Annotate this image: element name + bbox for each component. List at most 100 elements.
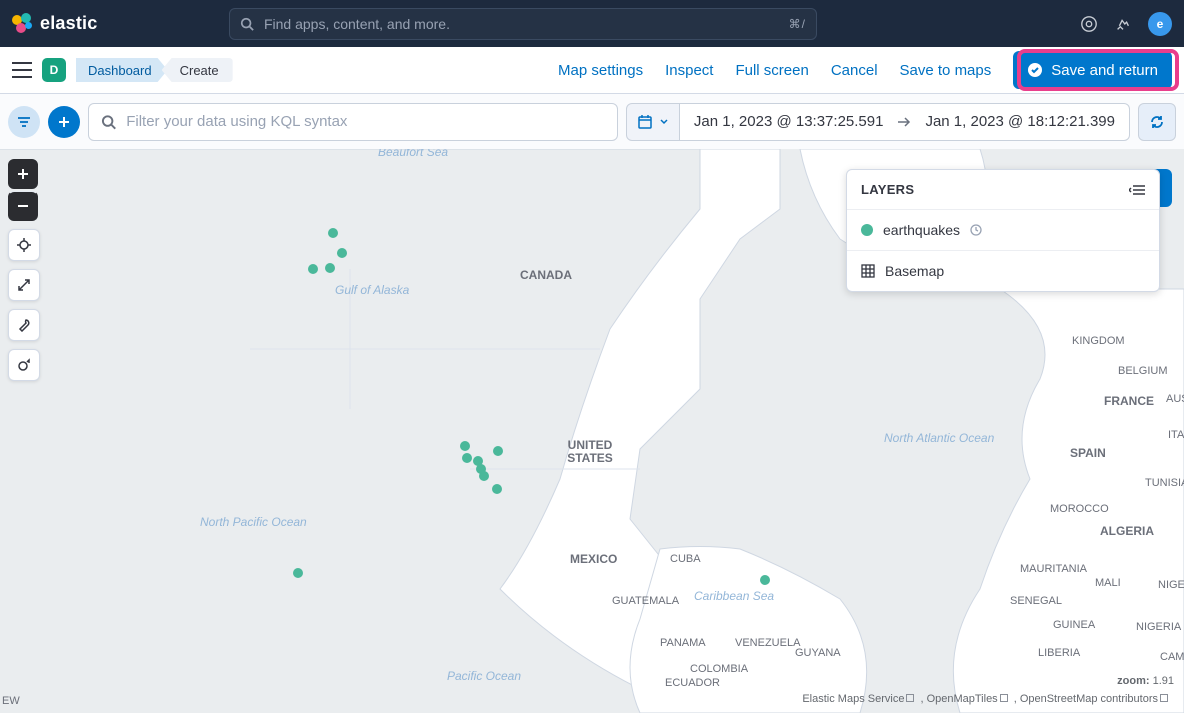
breadcrumb-dashboard[interactable]: Dashboard xyxy=(76,58,168,82)
time-to: Jan 1, 2023 @ 18:12:21.399 xyxy=(925,113,1115,130)
filter-options-button[interactable] xyxy=(8,106,40,138)
country-label: LIBERIA xyxy=(1038,647,1080,659)
country-label: FRANCE xyxy=(1104,395,1154,408)
kql-input[interactable] xyxy=(126,113,605,130)
add-filter-button[interactable] xyxy=(48,106,80,138)
user-avatar[interactable]: e xyxy=(1148,12,1172,36)
fit-to-data-button[interactable] xyxy=(9,230,39,260)
ocean-label: North Pacific Ocean xyxy=(200,515,307,529)
tools-button[interactable] xyxy=(9,310,39,340)
inspect-link[interactable]: Inspect xyxy=(665,62,713,79)
brand-logo[interactable]: elastic xyxy=(12,13,97,35)
chevron-down-icon xyxy=(659,117,669,127)
refresh-button[interactable] xyxy=(1138,103,1176,141)
global-header: elastic ⌘/ e xyxy=(0,0,1184,47)
globe-arrow-icon xyxy=(17,358,31,372)
external-link-icon xyxy=(906,694,914,702)
search-icon xyxy=(101,114,116,130)
save-and-return-label: Save and return xyxy=(1051,62,1158,79)
earthquake-point[interactable] xyxy=(462,453,472,463)
date-picker-button[interactable] xyxy=(626,103,680,141)
earthquake-point[interactable] xyxy=(760,575,770,585)
sea-label: Beaufort Sea xyxy=(378,149,448,159)
layer-row-earthquakes[interactable]: earthquakes xyxy=(847,209,1159,250)
arrow-right-icon xyxy=(897,116,911,128)
breadcrumb-create: Create xyxy=(162,58,233,82)
earthquake-point[interactable] xyxy=(479,471,489,481)
expand-button[interactable] xyxy=(9,270,39,300)
attribution-omt[interactable]: OpenMapTiles xyxy=(927,693,998,705)
layer-label: earthquakes xyxy=(883,222,960,238)
date-range-display[interactable]: Jan 1, 2023 @ 13:37:25.591 Jan 1, 2023 @… xyxy=(680,103,1130,141)
country-label: SPAIN xyxy=(1070,447,1106,460)
refresh-icon xyxy=(1149,114,1165,130)
earthquake-point[interactable] xyxy=(493,446,503,456)
country-label: VENEZUELA xyxy=(735,637,800,649)
earthquake-point[interactable] xyxy=(337,248,347,258)
timeslider-button[interactable] xyxy=(9,350,39,380)
ocean-label: North Atlantic Ocean xyxy=(884,431,994,445)
country-label: ECUADOR xyxy=(665,677,720,689)
newsfeed-icon[interactable] xyxy=(1114,15,1132,33)
full-screen-link[interactable]: Full screen xyxy=(735,62,808,79)
zoom-display: zoom: 1.91 xyxy=(1117,675,1174,687)
country-label: MEXICO xyxy=(570,553,617,566)
country-label: CANADA xyxy=(520,269,572,282)
earthquake-point[interactable] xyxy=(325,263,335,273)
calendar-icon xyxy=(637,114,653,130)
country-label: BELGIUM xyxy=(1118,365,1168,377)
kql-input-wrap[interactable] xyxy=(88,103,618,141)
country-label: GUYANA xyxy=(795,647,841,659)
country-label: TUNISIA xyxy=(1145,477,1184,489)
country-label: NIGERIA xyxy=(1136,621,1181,633)
space-badge[interactable]: D xyxy=(42,58,66,82)
external-link-icon xyxy=(1000,694,1008,702)
country-label: MAURITANIA xyxy=(1020,563,1087,575)
map-settings-link[interactable]: Map settings xyxy=(558,62,643,79)
attribution-ems[interactable]: Elastic Maps Service xyxy=(802,693,904,705)
save-to-maps-link[interactable]: Save to maps xyxy=(900,62,992,79)
country-label: CUBA xyxy=(670,553,701,565)
map-attribution: Elastic Maps Service, OpenMapTiles, Open… xyxy=(802,693,1174,705)
zoom-label: zoom: xyxy=(1117,675,1149,687)
crosshair-icon xyxy=(17,238,31,252)
sea-label: Caribbean Sea xyxy=(694,589,774,603)
help-icon[interactable] xyxy=(1080,15,1098,33)
country-label: MOROCCO xyxy=(1050,503,1109,515)
cancel-link[interactable]: Cancel xyxy=(831,62,878,79)
layers-sidebar: LAYERS earthquakes Basemap Add layer xyxy=(858,159,1172,207)
zoom-in-button[interactable] xyxy=(8,159,38,189)
collapse-panel-icon[interactable] xyxy=(1129,184,1145,196)
layer-symbol-point xyxy=(861,224,873,236)
earthquake-point[interactable] xyxy=(492,484,502,494)
query-bar: Jan 1, 2023 @ 13:37:25.591 Jan 1, 2023 @… xyxy=(0,94,1184,149)
zoom-out-button[interactable] xyxy=(8,191,38,221)
map-controls xyxy=(8,159,40,381)
layers-panel: LAYERS earthquakes Basemap xyxy=(846,169,1160,292)
layer-row-basemap[interactable]: Basemap xyxy=(847,250,1159,291)
wrench-icon xyxy=(17,318,31,332)
ocean-label: Pacific Ocean xyxy=(447,669,521,683)
brand-name: elastic xyxy=(40,13,97,34)
global-search-input[interactable] xyxy=(264,16,779,32)
global-search[interactable]: ⌘/ xyxy=(229,8,817,40)
zoom-value: 1.91 xyxy=(1153,675,1174,687)
country-label: MALI xyxy=(1095,577,1121,589)
country-label: AUS xyxy=(1166,393,1184,405)
attribution-osm[interactable]: OpenStreetMap contributors xyxy=(1020,693,1158,705)
earthquake-point[interactable] xyxy=(328,228,338,238)
elastic-logo-icon xyxy=(12,13,34,35)
country-label: COLOMBIA xyxy=(690,663,748,675)
layer-label: Basemap xyxy=(885,263,944,279)
earthquake-point[interactable] xyxy=(293,568,303,578)
earthquake-point[interactable] xyxy=(460,441,470,451)
earthquake-point[interactable] xyxy=(308,264,318,274)
country-label: EW xyxy=(2,695,20,707)
nav-toggle-icon[interactable] xyxy=(12,62,32,78)
country-label: CAME xyxy=(1160,651,1184,663)
breadcrumb: Dashboard Create xyxy=(76,58,233,82)
country-label: GUATEMALA xyxy=(612,595,679,607)
map-canvas[interactable]: Gulf of Alaska Beaufort Sea North Pacifi… xyxy=(0,149,1184,713)
expand-icon xyxy=(17,278,31,292)
save-and-return-button[interactable]: Save and return xyxy=(1013,51,1172,89)
